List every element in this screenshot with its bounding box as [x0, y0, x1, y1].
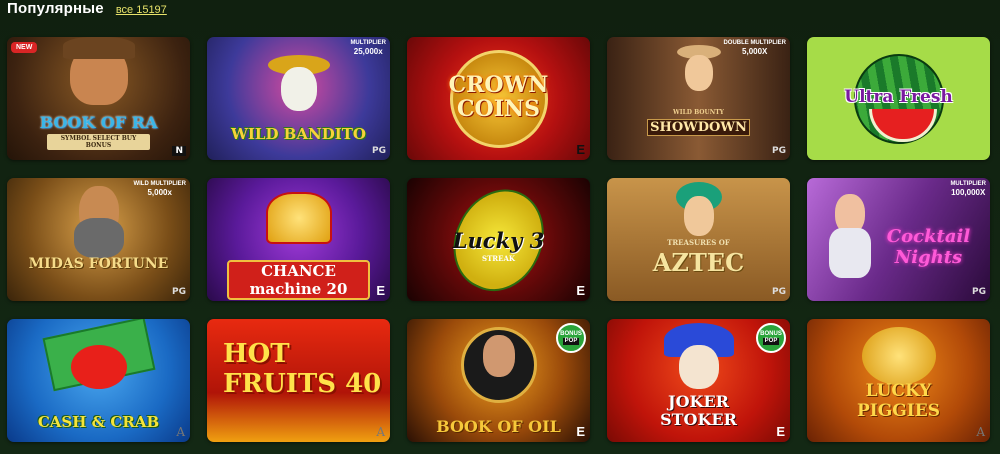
game-subtitle: SYMBOL SELECT BUY BONUS	[47, 134, 150, 150]
game-card-book-of-oil[interactable]: BONUS POP BOOK OF OIL E	[407, 319, 590, 442]
game-card-joker-stoker[interactable]: BONUS POP JOKER STOKER E	[607, 319, 790, 442]
game-title: Cocktail Nights	[886, 226, 971, 268]
provider-logo: A	[376, 425, 385, 439]
multiplier-badge: DOUBLE MULTIPLIER 5,000X	[723, 40, 786, 56]
games-grid: NEW BOOK OF RA SYMBOL SELECT BUY BONUS N…	[7, 37, 991, 442]
provider-logo: E	[576, 424, 585, 439]
game-card-wild-bounty-showdown[interactable]: DOUBLE MULTIPLIER 5,000X WILD BOUNTY SHOW…	[607, 37, 790, 160]
bonus-pop-badge: BONUS POP	[556, 323, 586, 353]
game-card-chance-machine-20[interactable]: CHANCE machine 20 E	[207, 178, 390, 301]
multiplier-badge: WILD MULTIPLIER 5,000x	[133, 181, 186, 197]
game-title: WILD BANDITO	[231, 125, 366, 143]
provider-logo: PG	[372, 146, 386, 156]
game-card-treasures-of-aztec[interactable]: TREASURES OF AZTEC PG	[607, 178, 790, 301]
game-title: CROWN COINS	[448, 72, 549, 122]
game-title: MIDAS FORTUNE	[28, 256, 169, 272]
game-title: CHANCE machine 20	[227, 260, 370, 300]
game-subtitle: STREAK	[482, 254, 515, 263]
game-title: JOKER STOKER	[660, 392, 737, 429]
game-subtitle: WILD BOUNTY	[673, 109, 724, 116]
game-title: AZTEC	[652, 248, 745, 277]
provider-logo: E	[576, 283, 585, 298]
provider-logo: A	[176, 425, 185, 439]
provider-logo: PG	[172, 287, 186, 297]
provider-logo: A	[976, 425, 985, 439]
provider-logo: E	[376, 283, 385, 298]
provider-logo: N	[172, 146, 186, 156]
section-title: Популярные	[7, 0, 104, 17]
game-title: Ultra Fresh	[844, 87, 953, 107]
section-header: Популярные все 15197	[7, 0, 167, 20]
provider-logo: E	[776, 424, 785, 439]
game-card-crown-coins[interactable]: CROWN COINS E	[407, 37, 590, 160]
provider-logo: E	[576, 142, 585, 157]
provider-logo: PG	[972, 287, 986, 297]
game-card-ultra-fresh[interactable]: Ultra Fresh	[807, 37, 990, 160]
game-title: CASH & CRAB	[37, 413, 160, 431]
game-card-cash-and-crab[interactable]: CASH & CRAB A	[7, 319, 190, 442]
game-card-lucky-streak-3[interactable]: Lucky 3 STREAK E	[407, 178, 590, 301]
game-subtitle: TREASURES OF	[667, 238, 730, 247]
game-card-wild-bandito[interactable]: MULTIPLIER 25,000x WILD BANDITO PG	[207, 37, 390, 160]
multiplier-badge: MULTIPLIER 100,000X	[950, 181, 986, 197]
game-title: BOOK OF RA	[39, 113, 158, 132]
bonus-pop-badge: BONUS POP	[756, 323, 786, 353]
game-title: BOOK OF OIL	[436, 417, 561, 436]
game-title: LUCKY PIGGIES	[857, 381, 940, 421]
game-title: SHOWDOWN	[647, 119, 750, 136]
provider-logo: PG	[772, 287, 786, 297]
game-title: HOT FRUITS 40	[223, 339, 382, 399]
all-games-link[interactable]: все 15197	[116, 4, 167, 16]
game-card-hot-fruits-40[interactable]: HOT FRUITS 40 A	[207, 319, 390, 442]
game-card-lucky-piggies[interactable]: LUCKY PIGGIES A	[807, 319, 990, 442]
game-card-cocktail-nights[interactable]: MULTIPLIER 100,000X Cocktail Nights PG	[807, 178, 990, 301]
game-card-book-of-ra[interactable]: NEW BOOK OF RA SYMBOL SELECT BUY BONUS N	[7, 37, 190, 160]
provider-logo: PG	[772, 146, 786, 156]
multiplier-badge: MULTIPLIER 25,000x	[350, 40, 386, 56]
new-badge: NEW	[11, 42, 38, 53]
game-title: Lucky 3	[452, 228, 545, 253]
game-card-midas-fortune[interactable]: WILD MULTIPLIER 5,000x MIDAS FORTUNE PG	[7, 178, 190, 301]
